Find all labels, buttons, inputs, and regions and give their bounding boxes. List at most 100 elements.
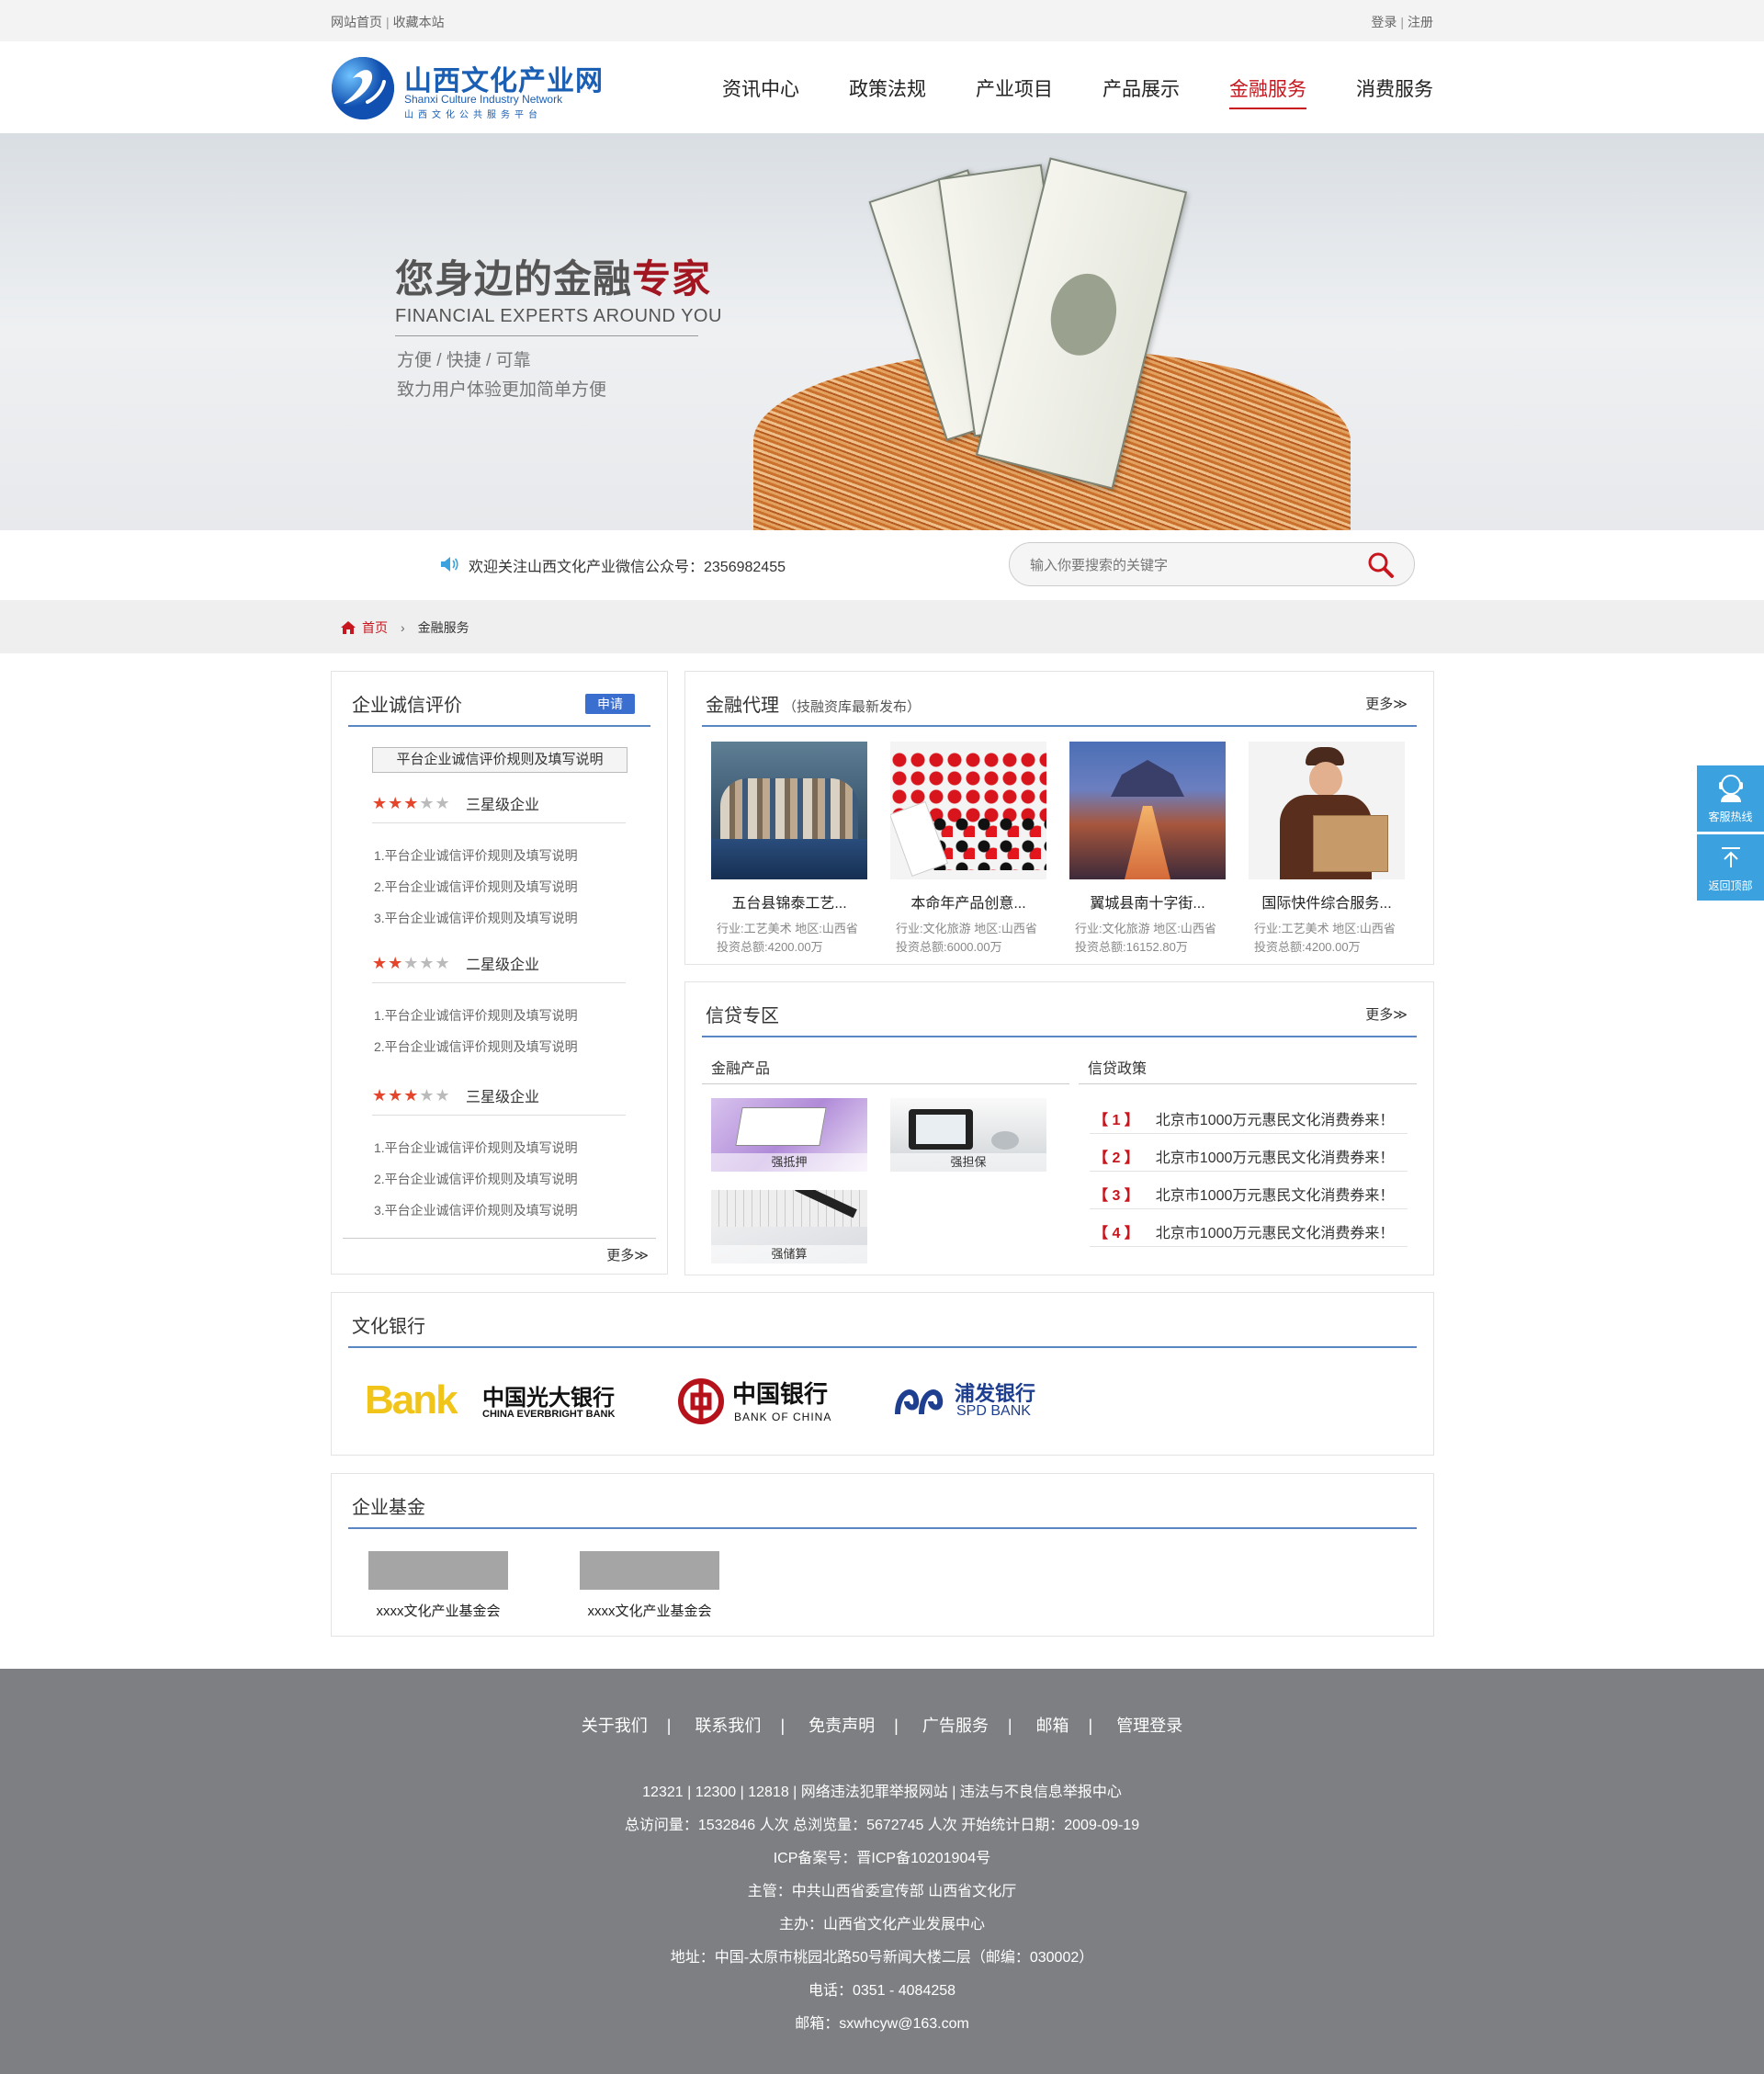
- product-tile[interactable]: 强担保: [890, 1098, 1046, 1172]
- title-underline: [348, 725, 650, 727]
- banner-title-main: 您身边的金融: [395, 257, 633, 300]
- nav-products[interactable]: 产品展示: [1102, 74, 1180, 108]
- rule-link[interactable]: 1.平台企业诚信评价规则及填写说明: [374, 846, 578, 865]
- breadcrumb-home[interactable]: 首页: [362, 618, 388, 637]
- policy-item[interactable]: 【 2 】北京市1000万元惠民文化消费券来！: [1093, 1145, 1394, 1167]
- banner-title: 您身边的金融专家: [395, 248, 711, 304]
- product-meta-line: 投资总额:4200.00万: [717, 940, 823, 954]
- footer-sep: |: [666, 1717, 672, 1735]
- credit-evaluation-panel: 企业诚信评价 申请 平台企业诚信评价规则及填写说明 ★★★★★ 三星级企业 1.…: [331, 671, 668, 1275]
- nav-news[interactable]: 资讯中心: [722, 74, 799, 108]
- star-rating: ★★★★★: [372, 793, 451, 812]
- footer-address: 地址：中国-太原市桃园北路50号新闻大楼二层（邮编：030002）: [670, 1950, 1094, 1966]
- product-meta-line: 投资总额:16152.80万: [1075, 940, 1188, 954]
- apply-button[interactable]: 申请: [585, 694, 635, 714]
- bank-name-en: BANK OF CHINA: [734, 1411, 832, 1423]
- product-tile[interactable]: 强储算: [711, 1190, 867, 1264]
- footer-link-admin[interactable]: 管理登录: [1116, 1717, 1182, 1735]
- nav-finance[interactable]: 金融服务: [1229, 74, 1306, 109]
- footer-links: 关于我们 | 联系我们 | 免责声明 | 广告服务 | 邮箱 | 管理登录: [0, 1713, 1764, 1737]
- footer-link-ads[interactable]: 广告服务: [922, 1717, 989, 1735]
- product-card[interactable]: 本命年产品创意... 行业:文化旅游 地区:山西省 投资总额:6000.00万: [890, 742, 1046, 957]
- footer-link-contact[interactable]: 联系我们: [695, 1717, 761, 1735]
- level-row[interactable]: ★★★★★ 三星级企业: [372, 1084, 539, 1106]
- level-row[interactable]: ★★★★★ 三星级企业: [372, 792, 539, 814]
- policy-item[interactable]: 【 3 】北京市1000万元惠民文化消费券来！: [1093, 1183, 1394, 1205]
- notice-bar: 欢迎关注山西文化产业微信公众号：2356982455: [0, 530, 1764, 601]
- product-card[interactable]: 国际快件综合服务... 行业:工艺美术 地区:山西省 投资总额:4200.00万: [1249, 742, 1405, 957]
- everbright-wordmark: Bank: [365, 1377, 458, 1423]
- nav-projects[interactable]: 产业项目: [976, 74, 1053, 108]
- product-card[interactable]: 五台县锦泰工艺... 行业:工艺美术 地区:山西省 投资总额:4200.00万: [711, 742, 867, 957]
- nav-consumer[interactable]: 消费服务: [1356, 74, 1433, 108]
- rule-link[interactable]: 3.平台企业诚信评价规则及填写说明: [374, 1201, 578, 1219]
- rule-link[interactable]: 1.平台企业诚信评价规则及填写说明: [374, 1139, 578, 1157]
- speaker-icon: [441, 557, 458, 572]
- product-meta-line: 行业:工艺美术 地区:山西省: [717, 922, 858, 935]
- level-row[interactable]: ★★★★★ 二星级企业: [372, 952, 539, 974]
- divider: [372, 822, 626, 823]
- courier-image: [1249, 742, 1405, 879]
- search-icon[interactable]: [1366, 550, 1396, 580]
- site-logo[interactable]: 山西文化产业网 Shanxi Culture Industry Network …: [331, 56, 606, 120]
- product-meta-line: 行业:文化旅游 地区:山西省: [1075, 922, 1216, 935]
- rule-link[interactable]: 2.平台企业诚信评价规则及填写说明: [374, 1170, 578, 1188]
- city-street-image: [1069, 742, 1226, 879]
- policy-item[interactable]: 【 1 】 北京市1000万元惠民文化消费券来！: [1093, 1107, 1394, 1129]
- level-label: 三星级企业: [466, 798, 540, 813]
- register-link[interactable]: 注册: [1408, 15, 1433, 29]
- rule-link[interactable]: 3.平台企业诚信评价规则及填写说明: [374, 909, 578, 927]
- wechat-notice: 欢迎关注山西文化产业微信公众号：2356982455: [469, 560, 786, 575]
- policy-title: 北京市1000万元惠民文化消费券来！: [1155, 1113, 1395, 1128]
- policy-title: 北京市1000万元惠民文化消费券来！: [1155, 1226, 1395, 1241]
- fund-item[interactable]: xxxx文化产业基金会: [368, 1551, 508, 1620]
- bank-name-en: CHINA EVERBRIGHT BANK: [482, 1409, 616, 1420]
- nav-policy[interactable]: 政策法规: [849, 74, 926, 108]
- rule-link[interactable]: 1.平台企业诚信评价规则及填写说明: [374, 1006, 578, 1025]
- star-rating: ★★★★★: [372, 953, 451, 972]
- logo-english: Shanxi Culture Industry Network: [404, 93, 563, 106]
- everbright-word: Bank: [365, 1377, 458, 1422]
- footer-icp: ICP备案号：晋ICP备10201904号: [773, 1851, 991, 1866]
- product-tile[interactable]: 强抵押: [711, 1098, 867, 1172]
- product-name: 国际快件综合服务...: [1261, 896, 1392, 912]
- fund-image-placeholder: [368, 1551, 508, 1590]
- portrait-icon: [1042, 266, 1125, 363]
- bank-logo-spd[interactable]: 浦发银行 SPD BANK: [894, 1372, 1059, 1427]
- search-input[interactable]: [1028, 553, 1344, 577]
- beads-image: [890, 742, 1046, 879]
- home-link[interactable]: 网站首页: [331, 15, 382, 29]
- footer-link-about[interactable]: 关于我们: [582, 1717, 648, 1735]
- divider: [702, 1083, 1069, 1084]
- footer-report-links[interactable]: 12321 | 12300 | 12818 | 网络违法犯罪举报网站 | 违法与…: [0, 1776, 1764, 1809]
- title-underline: [702, 725, 1417, 727]
- more-link[interactable]: 更多≫: [606, 1245, 649, 1264]
- bank-name-en: SPD BANK: [956, 1403, 1031, 1419]
- floating-toolbar: 客服热线 返回顶部: [1697, 765, 1764, 903]
- credit-evaluation-title: 企业诚信评价: [352, 696, 462, 716]
- search-box: [1009, 542, 1415, 586]
- more-link[interactable]: 更多≫: [1365, 1004, 1408, 1024]
- hotline-button[interactable]: 客服热线: [1697, 765, 1764, 832]
- policy-item[interactable]: 【 4 】 北京市1000万元惠民文化消费券来！: [1093, 1220, 1394, 1242]
- main-nav: 资讯中心 政策法规 产业项目 产品展示 金融服务 消费服务: [673, 74, 1433, 109]
- rules-button[interactable]: 平台企业诚信评价规则及填写说明: [372, 747, 628, 773]
- more-link[interactable]: 更多≫: [1365, 694, 1408, 713]
- bank-logo-boc[interactable]: 中国银行 BANK OF CHINA: [677, 1372, 861, 1427]
- product-meta-line: 投资总额:6000.00万: [896, 940, 1002, 954]
- product-card[interactable]: 翼城县南十字街... 行业:文化旅游 地区:山西省 投资总额:16152.80万: [1069, 742, 1226, 957]
- back-to-top-button[interactable]: 返回顶部: [1697, 834, 1764, 901]
- footer-link-disclaimer[interactable]: 免责声明: [808, 1717, 875, 1735]
- login-link[interactable]: 登录: [1371, 15, 1396, 29]
- rule-link[interactable]: 2.平台企业诚信评价规则及填写说明: [374, 878, 578, 896]
- divider: [1079, 1083, 1417, 1084]
- rule-link[interactable]: 2.平台企业诚信评价规则及填写说明: [374, 1037, 578, 1056]
- customer-service-icon: [1719, 775, 1743, 802]
- favorite-link[interactable]: 收藏本站: [393, 15, 445, 29]
- star-rating: ★★★★★: [372, 1085, 451, 1105]
- bank-logo-everbright[interactable]: Bank 中国光大银行 CHINA EVERBRIGHT BANK: [365, 1372, 640, 1427]
- footer-link-mail[interactable]: 邮箱: [1036, 1717, 1069, 1735]
- divider: [1090, 1246, 1408, 1247]
- fund-item[interactable]: xxxx文化产业基金会: [580, 1551, 719, 1620]
- footer-sep: |: [780, 1717, 786, 1735]
